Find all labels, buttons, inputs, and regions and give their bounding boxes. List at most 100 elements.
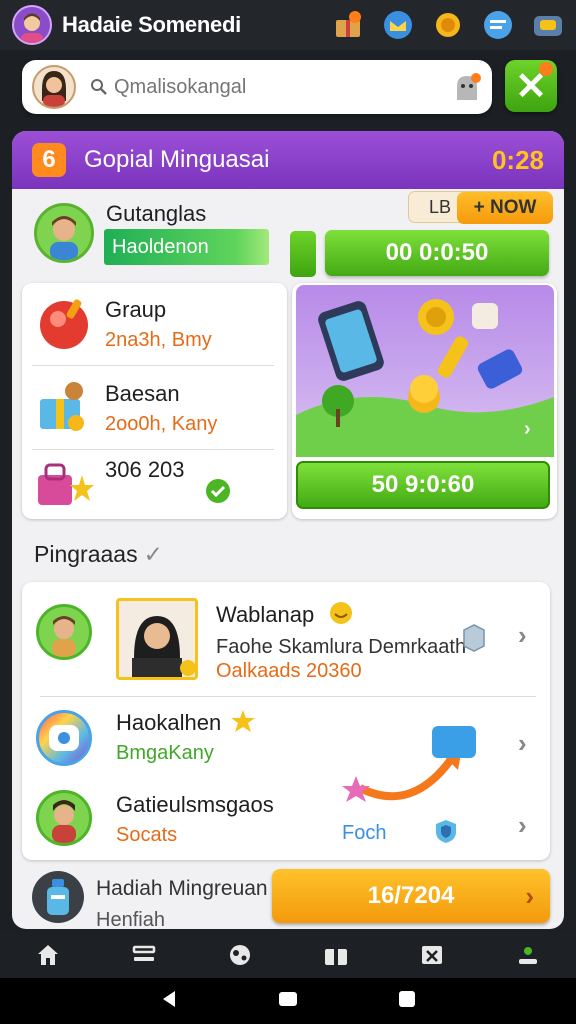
card-header: 6 Gopial Minguasai 0:28: [12, 131, 564, 189]
cube-icon: [463, 624, 485, 652]
tab-home[interactable]: [28, 935, 68, 975]
list-item-extra: Foch: [342, 822, 387, 844]
avatar-icon: [42, 71, 66, 107]
chevron-right-icon[interactable]: ›: [518, 620, 527, 651]
gift-box-button[interactable]: [332, 9, 364, 41]
claim-button-label: 16/7204: [367, 882, 455, 909]
list-item-title: Gatieulsmsgaos: [116, 792, 274, 817]
list-item-sub: 2na3h, Bmy: [105, 329, 212, 351]
list-item-sub: Socats: [116, 824, 178, 846]
cards-icon: [422, 946, 442, 964]
top-bar: Hadaie Somenedi: [0, 0, 576, 50]
search-input[interactable]: [114, 75, 434, 99]
home-icon: [38, 945, 58, 965]
card-title: Gopial Minguasai: [84, 146, 270, 173]
tab-chest[interactable]: [316, 935, 356, 975]
bottom-subtitle: Henfiah: [96, 909, 165, 929]
chevron-right-icon[interactable]: ›: [518, 728, 527, 759]
shield-icon: [436, 820, 456, 843]
tab-cards[interactable]: [412, 935, 452, 975]
user-avatar[interactable]: [32, 65, 76, 109]
avatar: [36, 604, 92, 660]
gift-box-icon: [336, 11, 361, 37]
list-item-title: 306 203: [105, 457, 185, 482]
message-icon: [484, 11, 512, 39]
notification-dot: [539, 62, 553, 76]
promo-progress-bar[interactable]: Haoldenon: [104, 229, 269, 265]
tab-profile[interactable]: [508, 935, 548, 975]
back-button[interactable]: [159, 989, 179, 1014]
close-button[interactable]: ✕: [505, 60, 557, 112]
divider: [32, 365, 274, 366]
now-button[interactable]: + NOW: [457, 192, 553, 224]
chest-icon: [534, 16, 562, 36]
section-title: Pingraaas ✓: [34, 541, 163, 568]
activity-list: Wablanap Faohe Skamlura Demrkaath Oalkaa…: [22, 582, 550, 860]
search-row: ✕: [0, 56, 576, 120]
mail-button[interactable]: [382, 9, 414, 41]
list-item[interactable]: Gatieulsmsgaos Socats Foch ›: [22, 780, 550, 860]
camera-icon: [49, 725, 79, 751]
promo-illustration: ›: [296, 285, 554, 457]
character-icon: [52, 800, 76, 843]
claim-button[interactable]: 16/7204 ›: [272, 869, 550, 923]
character-icon: [52, 616, 76, 657]
list-item[interactable]: 306 203: [22, 443, 287, 523]
timer-button-1[interactable]: 00 0:0:50: [325, 230, 549, 276]
bottom-promo: Hadiah Mingreuan Henfiah 16/7204 ›: [12, 867, 564, 929]
profile-avatar[interactable]: [12, 5, 52, 45]
gift-icon: 6: [32, 143, 66, 177]
list-item-title: Haokalhen: [116, 710, 222, 735]
profile-icon: [519, 947, 537, 964]
search-box[interactable]: [22, 60, 492, 114]
now-badge[interactable]: LB + NOW: [408, 191, 553, 224]
message-button[interactable]: [482, 9, 514, 41]
star-icon: [231, 710, 255, 732]
bottom-title: Hadiah Mingreuan: [96, 877, 268, 900]
tab-game[interactable]: [220, 935, 260, 975]
list-icon: [132, 945, 156, 961]
chest-icon: [325, 949, 347, 965]
bottle-icon: [47, 879, 69, 915]
promo-avatar: [34, 203, 94, 263]
svg-text:›: ›: [524, 418, 531, 440]
list-item-sub: BmgaKany: [116, 742, 214, 764]
home-button[interactable]: [277, 989, 299, 1014]
shopping-bag-icon: [38, 463, 94, 505]
list-item-sub: 2oo0h, Kany: [105, 413, 218, 435]
check-icon: ✓: [143, 541, 163, 567]
check-coin-icon: [206, 479, 230, 503]
avatar: [36, 790, 92, 846]
coin-button[interactable]: [432, 9, 464, 41]
list-item-title: Baesan: [105, 381, 180, 406]
list-item[interactable]: Wablanap Faohe Skamlura Demrkaath Oalkaa…: [22, 582, 550, 694]
back-icon: [163, 990, 175, 1007]
chest-button[interactable]: [532, 9, 564, 41]
home-square-icon: [279, 991, 297, 1006]
avatar: [36, 710, 92, 766]
list-item-title: Wablanap: [216, 602, 315, 627]
character-icon: [50, 216, 78, 260]
tab-list[interactable]: [124, 935, 164, 975]
list-item-title: Graup: [105, 297, 167, 322]
list-item-sub: Oalkaads 20360: [216, 660, 362, 682]
recents-button[interactable]: [397, 989, 417, 1014]
system-navigation-bar: [0, 978, 576, 1024]
timer-button-2[interactable]: 50 9:0:60: [296, 461, 550, 509]
ghost-icon-button[interactable]: [452, 72, 482, 102]
divider: [40, 696, 536, 697]
promo-title: Gutanglas: [106, 201, 207, 226]
bottle-icon-wrapper: [32, 871, 84, 923]
chevron-right-icon[interactable]: ›: [518, 810, 527, 841]
tab-bar: [0, 932, 576, 978]
list-item[interactable]: Baesan 2oo0h, Kany: [22, 367, 287, 447]
list-item[interactable]: Graup 2na3h, Bmy: [22, 283, 287, 363]
main-card: 6 Gopial Minguasai 0:28 Gutanglas Haolde…: [12, 131, 564, 929]
green-tab[interactable]: [290, 231, 316, 277]
gift-box-icon: [40, 382, 84, 431]
avatar-icon: [21, 13, 43, 43]
section-title-label: Pingraaas: [34, 541, 138, 567]
ghost-icon: [457, 73, 481, 100]
list-item-desc: Faohe Skamlura Demrkaath: [216, 636, 467, 658]
recents-icon: [399, 990, 415, 1007]
